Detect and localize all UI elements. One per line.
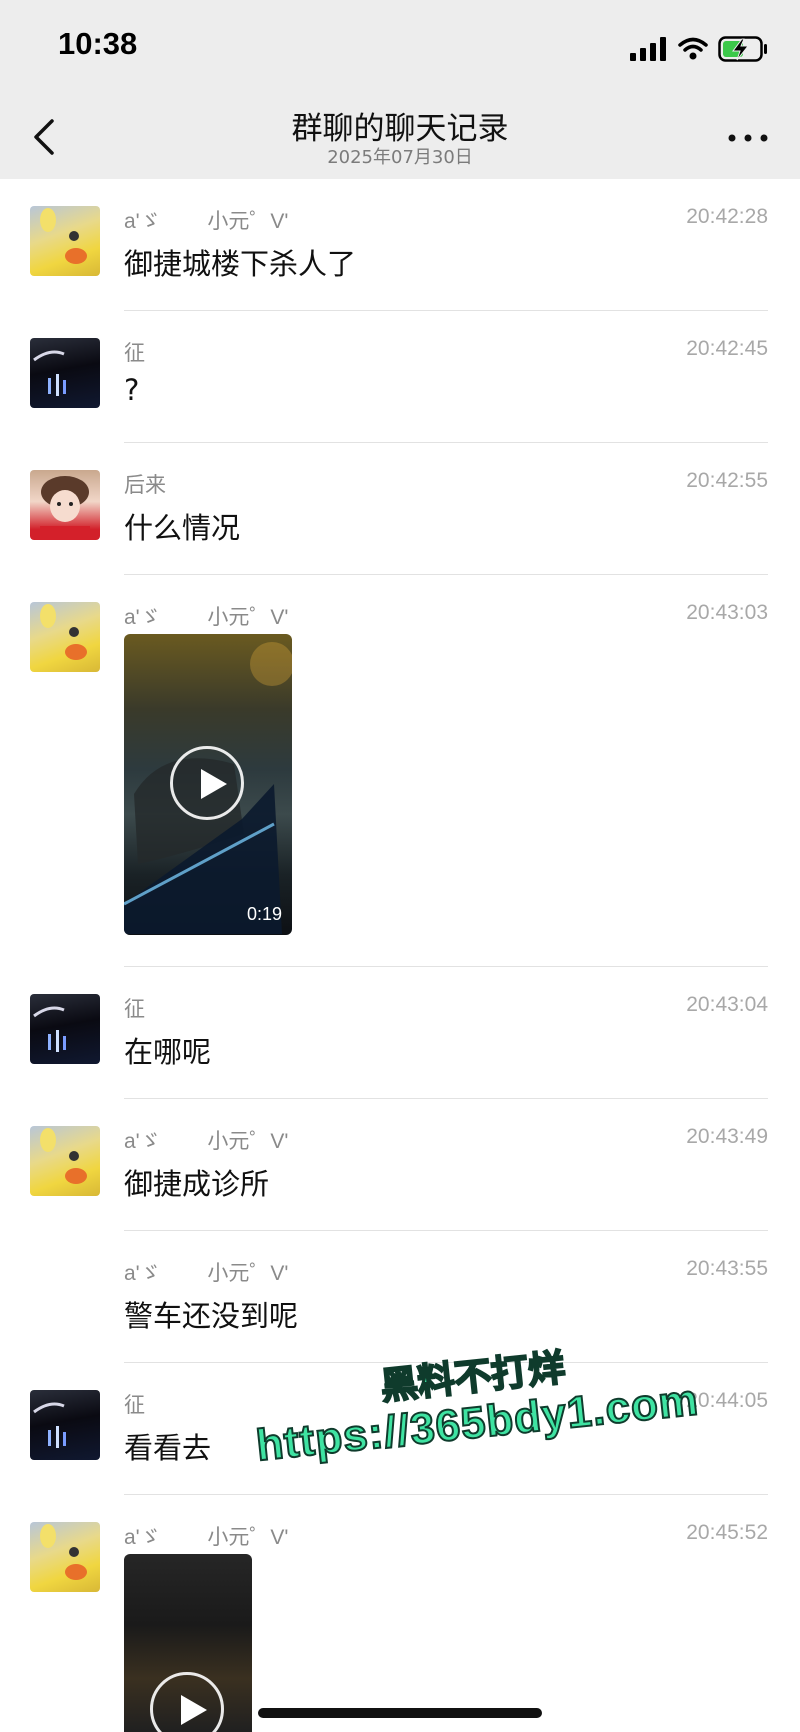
message-timestamp: 20:42:55: [686, 469, 768, 492]
dark-avatar[interactable]: [30, 1390, 100, 1460]
message-sender: a'ゞ 小元゜V': [124, 210, 289, 233]
message-timestamp: 20:43:55: [686, 1257, 768, 1280]
play-icon[interactable]: [150, 1672, 224, 1732]
duck-avatar[interactable]: [30, 206, 100, 276]
dark-avatar[interactable]: [30, 338, 100, 408]
message-item[interactable]: 征 20:44:05 看看去: [0, 1363, 800, 1495]
duck-avatar[interactable]: [30, 1126, 100, 1196]
girl-avatar[interactable]: [30, 470, 100, 540]
message-item[interactable]: 征 20:42:45 ?: [0, 311, 800, 443]
message-timestamp: 20:43:49: [686, 1125, 768, 1148]
status-icons: [630, 34, 768, 64]
message-text: ?: [124, 373, 140, 407]
wifi-icon: [678, 37, 708, 60]
message-item[interactable]: a'ゞ 小元゜V' 20:42:28 御捷城楼下杀人了: [0, 179, 800, 311]
message-sender: a'ゞ 小元゜V': [124, 1526, 289, 1549]
play-icon[interactable]: [170, 746, 244, 820]
more-button[interactable]: [726, 123, 770, 153]
message-sender: 征: [124, 1394, 145, 1417]
video-thumbnail[interactable]: 0:19: [124, 634, 292, 935]
nav-bar: 群聊的聊天记录 2025年07月30日: [0, 95, 800, 179]
home-indicator[interactable]: [258, 1708, 542, 1718]
message-text: 御捷城楼下杀人了: [124, 247, 357, 281]
more-dots-icon: [728, 134, 768, 142]
duck-avatar[interactable]: [30, 602, 100, 672]
message-sender: 征: [124, 342, 145, 365]
message-timestamp: 20:42:45: [686, 337, 768, 360]
message-item[interactable]: a'ゞ 小元゜V' 20:45:52: [0, 1495, 800, 1732]
message-text: 在哪呢: [124, 1035, 212, 1069]
message-timestamp: 20:42:28: [686, 205, 768, 228]
page-title: 群聊的聊天记录: [291, 111, 509, 147]
message-item[interactable]: a'ゞ 小元゜V' 20:43:49 御捷成诊所: [0, 1099, 800, 1231]
message-sender: a'ゞ 小元゜V': [124, 1130, 289, 1153]
message-sender: 征: [124, 998, 145, 1021]
dark-avatar[interactable]: [30, 994, 100, 1064]
message-item[interactable]: a'ゞ 小元゜V' 20:43:03 0:19: [0, 575, 800, 967]
message-text: 警车还没到呢: [124, 1299, 299, 1333]
battery-charging-icon: [718, 36, 767, 62]
message-timestamp: 20:44:05: [686, 1389, 768, 1412]
message-item[interactable]: a'ゞ 小元゜V' 20:43:55 警车还没到呢: [0, 1231, 800, 1363]
message-sender: 后来: [124, 474, 166, 497]
video-thumbnail[interactable]: [124, 1554, 252, 1732]
status-bar: 10:38: [0, 0, 800, 95]
message-sender: a'ゞ 小元゜V': [124, 606, 289, 629]
message-sender: a'ゞ 小元゜V': [124, 1262, 289, 1285]
message-timestamp: 20:43:03: [686, 601, 768, 624]
message-text: 看看去: [124, 1431, 212, 1465]
page-subtitle-date: 2025年07月30日: [327, 147, 473, 168]
message-timestamp: 20:43:04: [686, 993, 768, 1016]
message-timestamp: 20:45:52: [686, 1521, 768, 1544]
message-text: 什么情况: [124, 511, 241, 545]
duck-avatar[interactable]: [30, 1522, 100, 1592]
signal-icon: [630, 37, 666, 61]
message-text: 御捷成诊所: [124, 1167, 270, 1201]
message-item[interactable]: 后来 20:42:55 什么情况: [0, 443, 800, 575]
status-time: 10:38: [58, 26, 138, 61]
message-item[interactable]: 征 20:43:04 在哪呢: [0, 967, 800, 1099]
video-duration: 0:19: [246, 904, 282, 924]
